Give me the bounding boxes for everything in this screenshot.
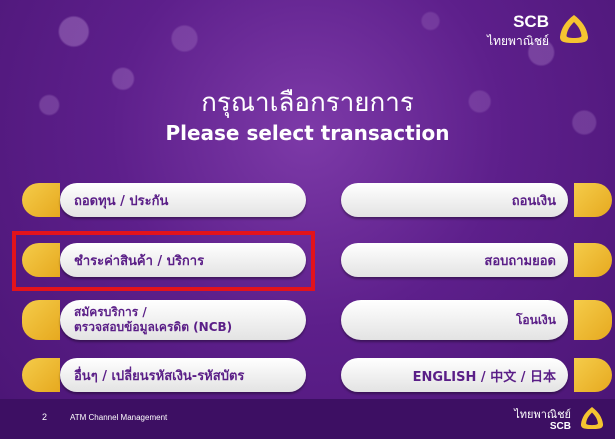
other-pin-change-button[interactable]: อื่นๆ / เปลี่ยนรหัสเงิน-รหัสบัตร: [60, 358, 306, 392]
page-title-thai: กรุณาเลือกรายการ: [201, 87, 414, 117]
footer-brand-name: SCB: [549, 421, 571, 432]
balance-inquiry-label: สอบถามยอด: [484, 253, 556, 269]
footer-scb-bell-icon: [580, 406, 604, 430]
pay-bills-label: ชำระค่าสินค้า / บริการ: [74, 253, 205, 269]
department-label: ATM Channel Management: [70, 413, 168, 422]
other-pin-change-label: อื่นๆ / เปลี่ยนรหัสเงิน-รหัสบัตร: [74, 368, 245, 384]
register-ncb-label: สมัครบริการ / ตรวจสอบข้อมูลเครดิต (NCB): [74, 305, 232, 335]
brand-name: SCB: [513, 12, 549, 31]
atm-screen: SCB ไทยพาณิชย์ กรุณาเลือกรายการ Please s…: [0, 0, 615, 439]
transfer-label: โอนเงิน: [515, 312, 556, 327]
brand-header: SCB ไทยพาณิชย์: [463, 10, 593, 50]
footer-bar: 2 ATM Channel Management ไทยพาณิชย์ SCB: [0, 399, 615, 439]
language-label: ENGLISH / 中文 / 日本: [412, 369, 556, 385]
button-tab-left-3: [22, 300, 60, 340]
register-ncb-button[interactable]: สมัครบริการ / ตรวจสอบข้อมูลเครดิต (NCB): [60, 300, 306, 340]
fund-insurance-label: ถอดทุน / ประกัน: [74, 193, 169, 209]
fund-insurance-button[interactable]: ถอดทุน / ประกัน: [60, 183, 306, 217]
transfer-button[interactable]: โอนเงิน: [341, 300, 568, 340]
button-tab-right-2: [574, 243, 612, 277]
register-ncb-label-line2: ตรวจสอบข้อมูลเครดิต (NCB): [74, 320, 233, 334]
scb-bell-icon: [560, 15, 588, 43]
withdraw-label: ถอนเงิน: [511, 193, 556, 209]
withdraw-button[interactable]: ถอนเงิน: [341, 183, 568, 217]
brand-thai-name: ไทยพาณิชย์: [487, 34, 549, 48]
language-button[interactable]: ENGLISH / 中文 / 日本: [341, 358, 568, 392]
pay-bills-button[interactable]: ชำระค่าสินค้า / บริการ: [60, 243, 306, 277]
button-tab-left-1: [22, 183, 60, 217]
button-tab-left-4: [22, 358, 60, 392]
button-tab-right-1: [574, 183, 612, 217]
balance-inquiry-button[interactable]: สอบถามยอด: [341, 243, 568, 277]
page-number: 2: [42, 412, 48, 422]
button-tab-left-2: [22, 243, 60, 277]
page-title-english: Please select transaction: [165, 121, 450, 145]
register-ncb-label-line1: สมัครบริการ /: [74, 305, 147, 319]
button-tab-right-3: [574, 300, 612, 340]
button-tab-right-4: [574, 358, 612, 392]
